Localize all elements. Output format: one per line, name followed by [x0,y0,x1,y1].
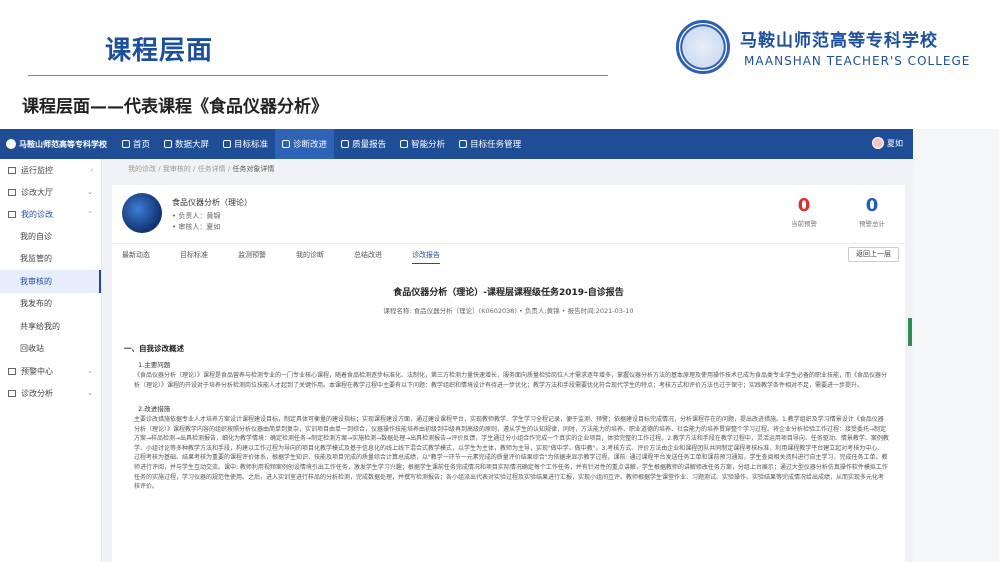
nav-task-management[interactable]: 目标任务管理 [452,129,528,159]
subsection-heading: 1.主要问题 [138,361,171,369]
tab-targets[interactable]: 目标标准 [180,250,208,260]
report-icon [341,140,350,148]
app-brand[interactable]: 马鞍山师范高等专科学校 [0,139,115,150]
stat-label: 预警总计 [859,220,885,228]
stat-label: 当前预警 [791,220,817,228]
college-name-en: MAANSHAN TEACHER'S COLLEGE [744,54,971,68]
title-divider [28,75,608,76]
report-meta: 课程名称: 食品仪器分析（理论）(K0602038) • 负责人:黄锦 • 报告… [383,307,634,315]
hall-icon [8,188,16,196]
brand-name: 马鞍山师范高等专科学校 [19,139,107,149]
chevron-down-icon: ⌄ [87,188,93,196]
report-paragraph: 主要诊改措施依据专业人才培养方案设计课程建设目标，制定具体可衡量的建设指标；实现… [134,416,889,491]
stat-current-warning[interactable]: 0 当前预警 [784,195,824,228]
bell-icon [8,367,16,375]
nav-diagnosis[interactable]: 诊断改进 [275,129,335,159]
brand-logo-icon [6,139,16,149]
sidebar-sub-recycle[interactable]: 回收站 [0,338,101,361]
nav-home[interactable]: 首页 [115,129,157,159]
nav-targets[interactable]: 目标标准 [216,129,275,159]
scrollbar-thumb[interactable] [908,318,912,346]
sidebar-sub-self-diagnosis[interactable]: 我的自诊 [0,225,101,248]
sidebar: 运行监控 ‹ 诊改大厅 ⌄ 我的诊改 ⌃ 我的自诊 我监管的 我审核的 我发布的 共享… [0,159,102,562]
nav-smart-analysis[interactable]: 智能分析 [393,129,452,159]
analysis-icon [400,140,409,148]
chevron-down-icon: ⌄ [87,389,93,397]
slide-margin [913,129,999,562]
chevron-down-icon: ⌄ [87,367,93,375]
diagnosis-icon [282,140,291,148]
breadcrumb-item[interactable]: 我的诊改 [128,165,156,173]
course-name: 食品仪器分析（理论） [172,198,252,207]
college-name-cn: 马鞍山师范高等专科学校 [740,31,938,51]
course-logo-icon [122,193,162,233]
app-screenshot: 马鞍山师范高等专科学校 首页 数据大屏 目标标准 诊断改进 质量报告 智能分析 … [0,129,913,562]
sidebar-item-my-diagnosis[interactable]: 我的诊改 ⌃ [0,203,101,225]
nav-quality-report[interactable]: 质量报告 [334,129,393,159]
course-reviewer: • 审核人：夏如 [172,223,221,231]
tab-latest[interactable]: 最新动态 [122,250,150,260]
slide-subtitle: 课程层面——代表课程《食品仪器分析》 [22,97,328,117]
section-heading: 一、自我诊改概述 [124,344,184,353]
tab-diagnosis[interactable]: 我的诊断 [296,250,324,260]
breadcrumb: 我的诊改 / 我审核的 / 任务详情 / 任务对象详情 [128,165,275,173]
top-navigation: 马鞍山师范高等专科学校 首页 数据大屏 目标标准 诊断改进 质量报告 智能分析 … [0,129,913,159]
report-title: 食品仪器分析（理论）-课程层课程级任务2019-自诊报告 [393,288,624,298]
user-menu[interactable]: 夏如 [872,137,903,149]
user-name: 夏如 [887,138,903,148]
tabs-bar: 最新动态 目标标准 监测预警 我的诊断 总结改进 诊改报告 返回上一层 [112,243,905,265]
course-owner: • 负责人：黄锦 [172,212,221,220]
back-button[interactable]: 返回上一层 [848,247,899,262]
tab-warnings[interactable]: 监测预警 [238,250,266,260]
report-paragraph: 《食品仪器分析（理论）》课程是食品营养与检测专业的一门专业核心课程，随着食品检测… [134,372,888,389]
breadcrumb-item[interactable]: 任务详情 [198,165,226,173]
sidebar-item-analysis[interactable]: 诊改分析 ⌄ [0,382,101,404]
settings-icon [459,140,468,148]
nav-data-screen[interactable]: 数据大屏 [157,129,216,159]
monitor-icon [8,166,16,174]
report-document: 食品仪器分析（理论）-课程层课程级任务2019-自诊报告 课程名称: 食品仪器分… [112,265,905,562]
chart-icon [8,389,16,397]
college-emblem-icon [676,20,730,74]
sidebar-sub-shared[interactable]: 共享给我的 [0,315,101,338]
subsection-heading: 2.改进措施 [138,405,171,413]
college-logo: 马鞍山师范高等专科学校 MAANSHAN TEACHER'S COLLEGE [676,20,976,76]
chevron-left-icon: ‹ [90,166,93,174]
breadcrumb-current: 任务对象详情 [232,165,275,173]
chevron-up-icon: ⌃ [87,210,93,218]
breadcrumb-item[interactable]: 我审核的 [163,165,191,173]
target-icon [223,140,232,148]
tab-improvement[interactable]: 总结改进 [354,250,382,260]
home-icon [122,140,130,148]
avatar [872,137,884,149]
sidebar-sub-supervised[interactable]: 我监管的 [0,248,101,271]
sidebar-item-hall[interactable]: 诊改大厅 ⌄ [0,181,101,203]
stat-value: 0 [797,195,811,216]
stat-total-warning[interactable]: 0 预警总计 [852,195,892,228]
stat-value: 0 [865,195,879,216]
slide-title: 课程层面 [105,36,214,66]
sidebar-sub-published[interactable]: 我发布的 [0,293,101,316]
sidebar-item-warning[interactable]: 预警中心 ⌄ [0,360,101,382]
sidebar-item-monitoring[interactable]: 运行监控 ‹ [0,159,101,181]
course-card: 食品仪器分析（理论） • 负责人：黄锦 • 审核人：夏如 0 当前预警 0 预警… [112,185,905,243]
monitor-icon [164,140,173,148]
sidebar-sub-reviewed[interactable]: 我审核的 [0,270,101,293]
user-icon [8,210,16,218]
tab-report[interactable]: 诊改报告 [412,250,440,264]
